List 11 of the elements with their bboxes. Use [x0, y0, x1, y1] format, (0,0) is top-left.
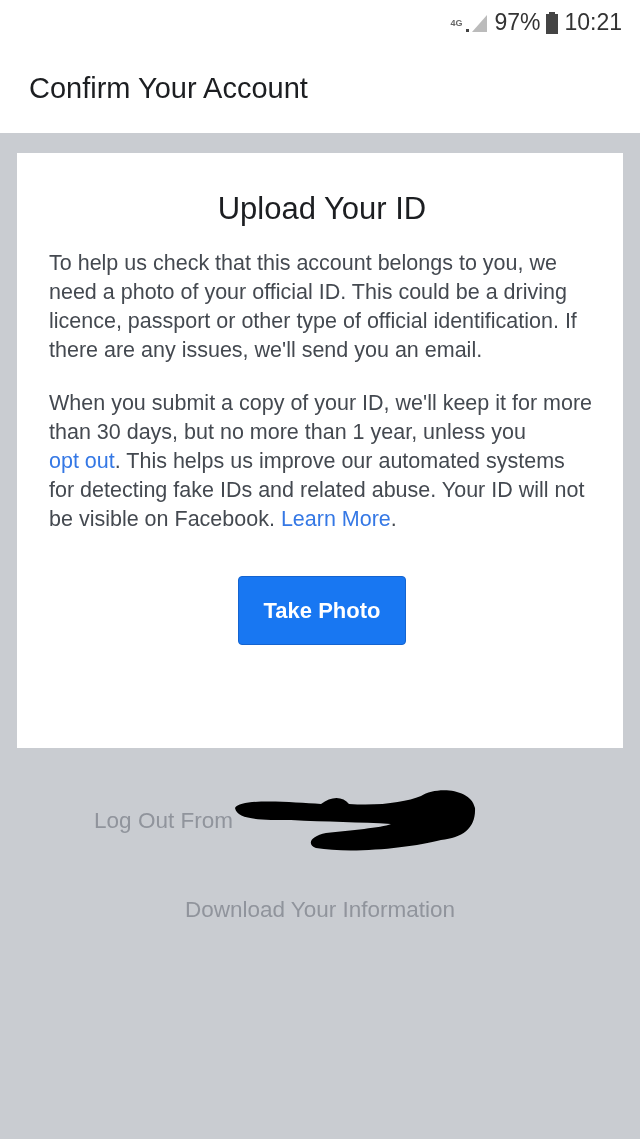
card-title: Upload Your ID [217, 191, 427, 227]
network-type: 4G [450, 17, 463, 28]
battery-percentage: 97% [494, 9, 541, 36]
text-link[interactable]: opt out [49, 449, 115, 473]
page-title: Confirm Your Account [29, 72, 308, 105]
text-link[interactable]: Learn More [280, 507, 391, 531]
paragraph: To help us check that this account belongs to you, we need a photo of your official ID. This could be a driving licence, passport or other type of official identification. If there are any issues, we'll send you an email. [49, 250, 578, 364]
paragraph: When you submit a copy of your ID, we'll keep it for more than 30 days, but no more than 1 year, unless you opt out. This helps us improve our automated systems for detecting fake IDs and related abuse. Your ID will not be visible on Facebook. Learn More. [49, 390, 594, 533]
battery-icon [546, 11, 559, 34]
clock-time: 10:21 [564, 9, 622, 36]
take-photo-button[interactable]: Take Photo [238, 576, 406, 645]
